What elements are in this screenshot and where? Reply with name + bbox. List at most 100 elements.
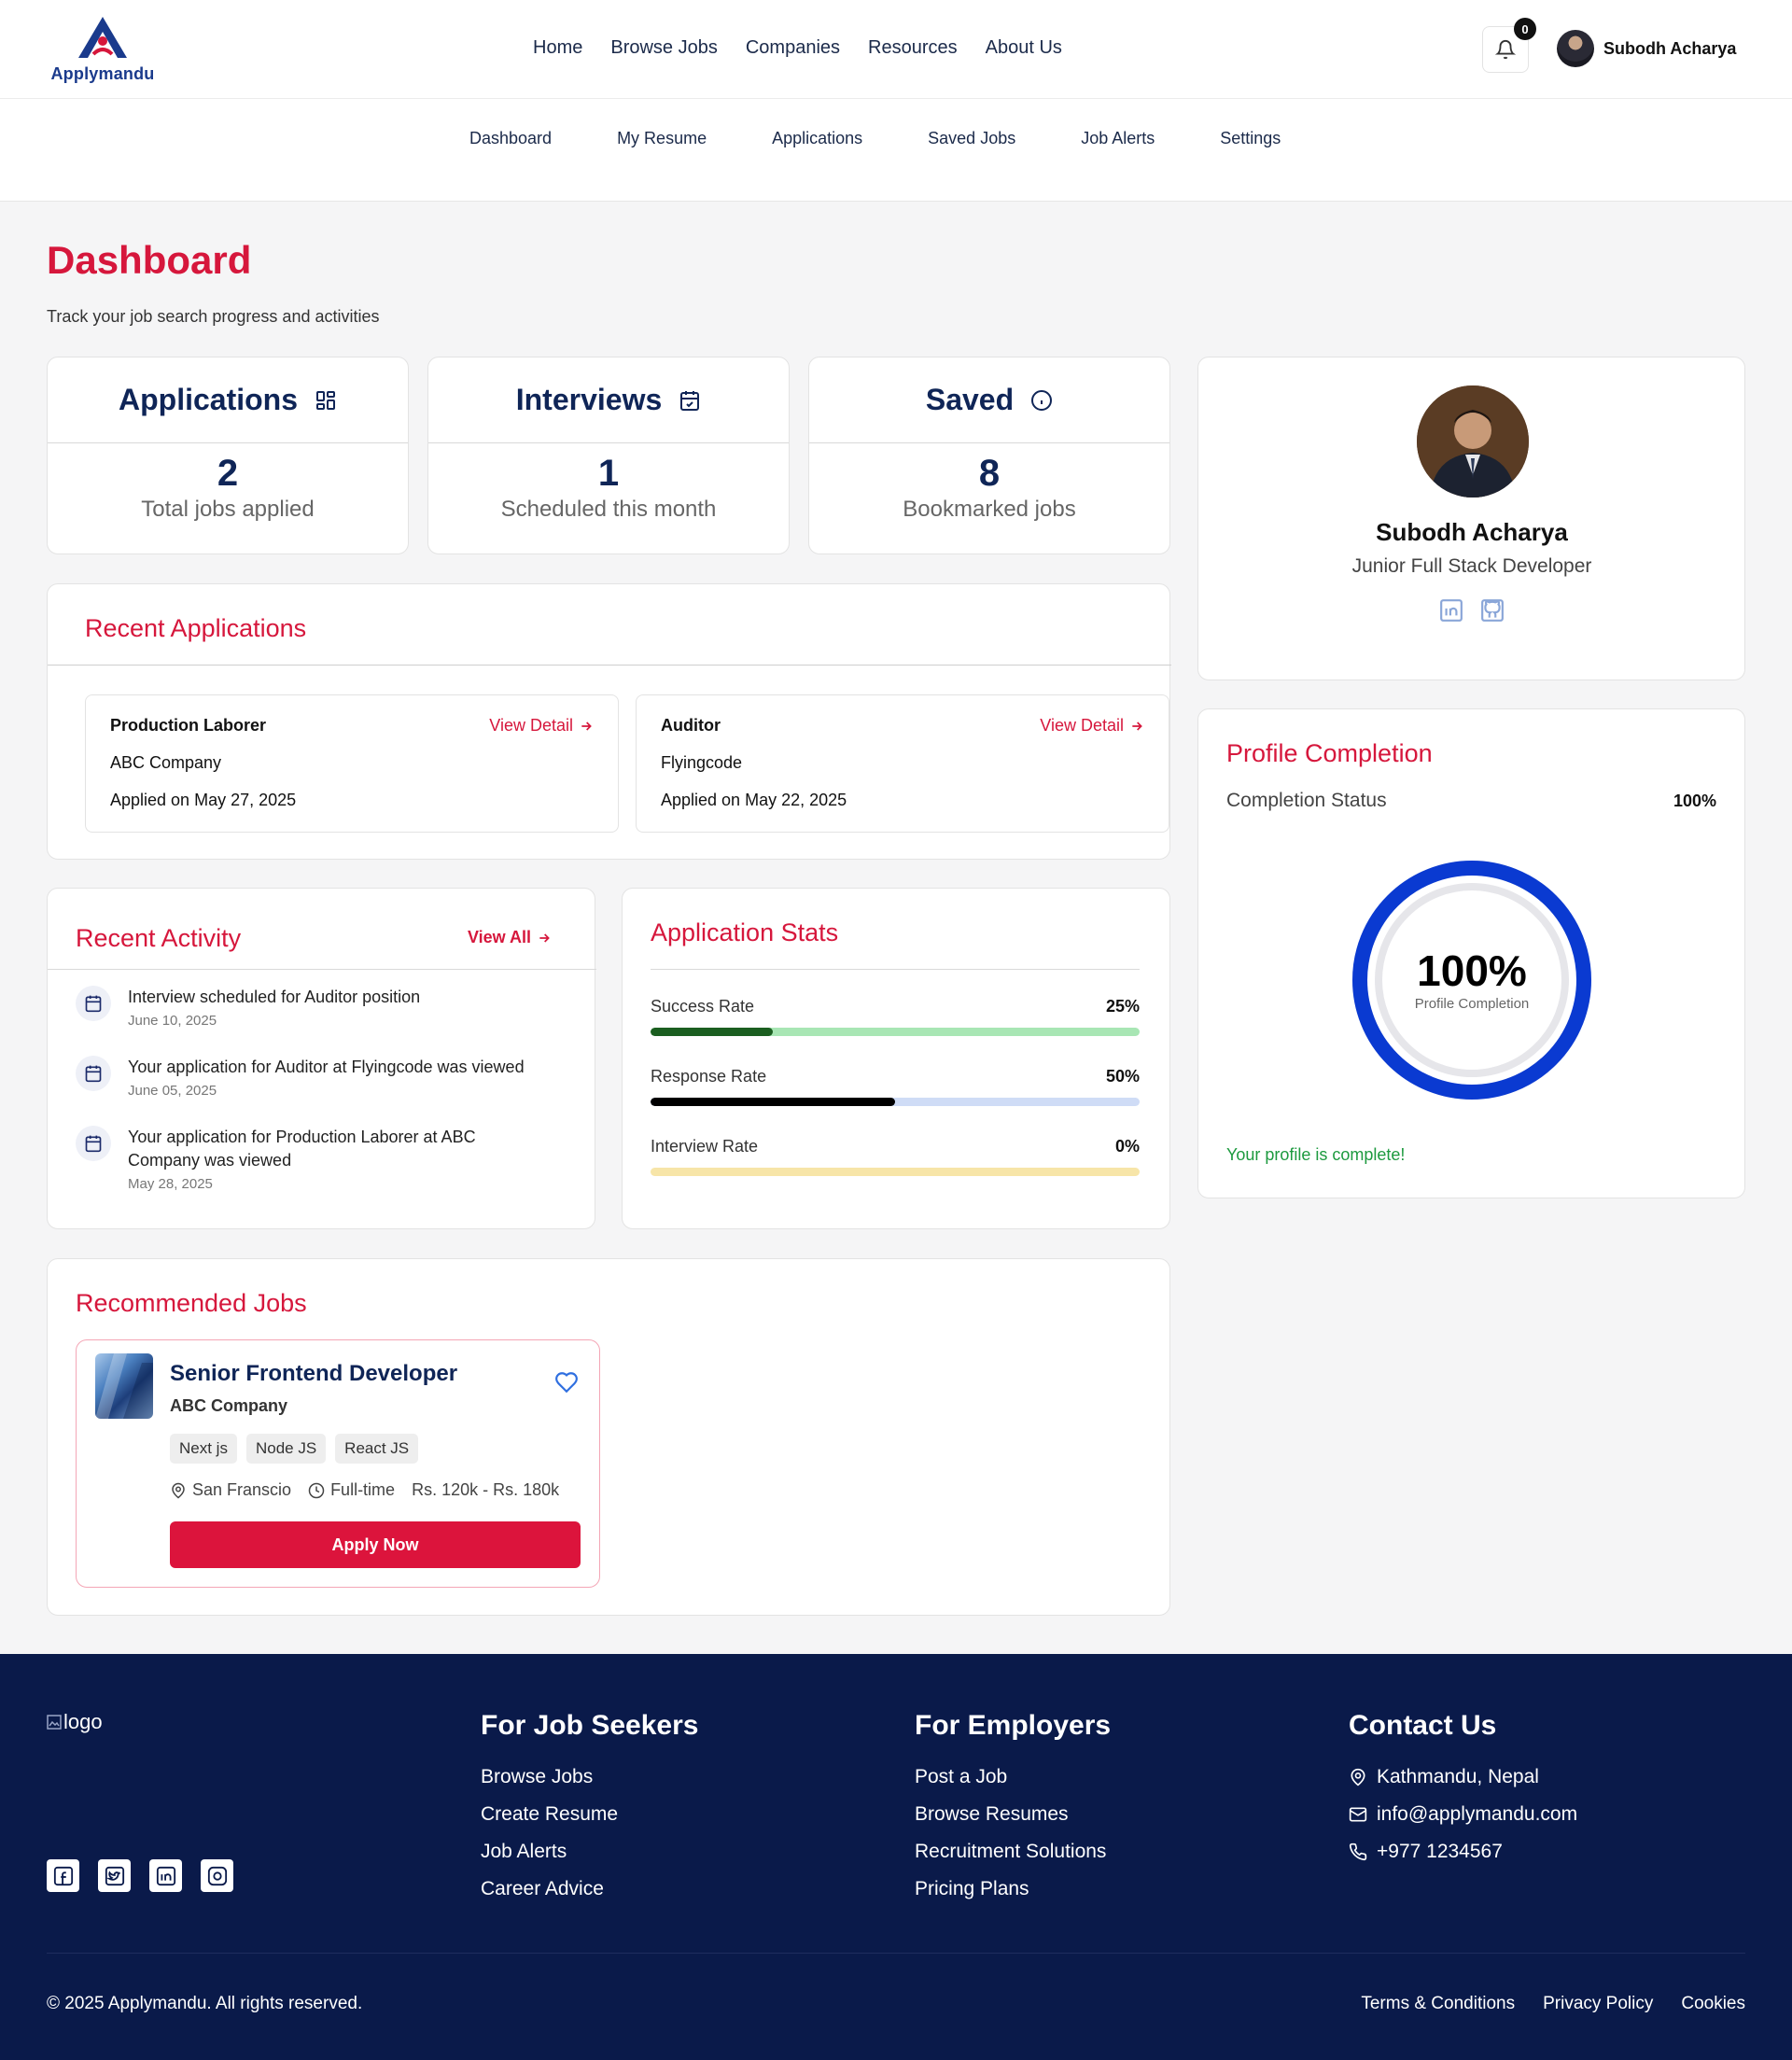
section-title: Application Stats — [651, 918, 839, 946]
section-title: Recent Activity — [76, 924, 242, 952]
contact-email[interactable]: info@applymandu.com — [1349, 1796, 1577, 1833]
view-all-link[interactable]: View All — [468, 928, 552, 947]
apply-now-button[interactable]: Apply Now — [170, 1521, 581, 1568]
map-pin-icon — [172, 1482, 185, 1498]
grid-icon — [316, 390, 335, 410]
stat-title: Interviews — [515, 383, 663, 416]
stat-title: Applications — [118, 383, 298, 416]
completion-message: Your profile is complete! — [1226, 1145, 1406, 1164]
footer-heading: Contact Us — [1349, 1710, 1497, 1741]
tab-job-alerts[interactable]: Job Alerts — [1081, 129, 1155, 148]
activity-text: Your application for Auditor at Flyingco… — [128, 1058, 525, 1076]
view-all-label: View All — [467, 928, 531, 946]
activity-date: June 10, 2025 — [128, 1013, 217, 1029]
nav-about-us[interactable]: About Us — [986, 37, 1062, 59]
cookies-link[interactable]: Cookies — [1681, 1994, 1745, 2014]
info-icon — [1031, 389, 1053, 411]
job-tags: Next js Node JS React JS — [170, 1434, 419, 1464]
skill-tag: React JS — [335, 1434, 419, 1464]
profile-completion-card: Profile Completion Completion Status 100… — [1197, 708, 1745, 1198]
divider — [48, 665, 1171, 666]
privacy-link[interactable]: Privacy Policy — [1543, 1994, 1653, 2014]
logo-text: Applymandu — [50, 64, 155, 83]
top-header: Applymandu Home Browse Jobs Companies Re… — [0, 0, 1792, 99]
completion-percentage: 100% — [1417, 946, 1527, 995]
footer-link[interactable]: Career Advice — [481, 1871, 698, 1908]
nav-resources[interactable]: Resources — [868, 37, 958, 59]
application-date: Applied on May 27, 2025 — [110, 791, 297, 809]
footer-logo[interactable]: logo — [47, 1710, 103, 1734]
job-title[interactable]: Senior Frontend Developer — [170, 1361, 457, 1387]
nav-companies[interactable]: Companies — [746, 37, 840, 59]
job-meta: San Franscio Full-time Rs. 120k - Rs. 18… — [170, 1480, 559, 1500]
section-title: Profile Completion — [1226, 739, 1433, 767]
nav-browse-jobs[interactable]: Browse Jobs — [610, 37, 718, 59]
recent-activity-card: Recent Activity View All Interview sched… — [47, 888, 596, 1229]
arrow-right-icon — [1132, 721, 1142, 731]
avatar — [1557, 30, 1594, 67]
stat-caption: Scheduled this month — [500, 497, 717, 522]
calendar-icon — [76, 986, 111, 1021]
activity-text: Interview scheduled for Auditor position — [128, 988, 421, 1006]
application-position: Production Laborer — [110, 716, 267, 735]
stat-value: 2 — [217, 453, 239, 494]
activity-item: Your application for Auditor at Flyingco… — [76, 1056, 576, 1099]
view-detail-label: View Detail — [489, 716, 573, 735]
footer-link[interactable]: Create Resume — [481, 1796, 698, 1833]
user-menu[interactable]: Subodh Acharya — [1557, 30, 1736, 67]
applymandu-logo[interactable]: Applymandu — [47, 13, 159, 88]
job-card[interactable]: Senior Frontend Developer ABC Company Ne… — [76, 1339, 600, 1588]
github-icon[interactable] — [1480, 598, 1505, 623]
footer-link[interactable]: Recruitment Solutions — [915, 1833, 1111, 1871]
progress-track — [651, 1098, 1140, 1106]
stat-bar-success: Success Rate 25% — [651, 997, 1140, 1036]
linkedin-icon[interactable] — [1439, 598, 1463, 623]
footer-link[interactable]: Browse Resumes — [915, 1796, 1111, 1833]
terms-link[interactable]: Terms & Conditions — [1361, 1994, 1515, 2014]
footer-link[interactable]: Job Alerts — [481, 1833, 698, 1871]
footer-link[interactable]: Browse Jobs — [481, 1759, 698, 1796]
twitter-icon[interactable] — [98, 1859, 131, 1892]
view-detail-link[interactable]: View Detail — [1040, 716, 1144, 736]
footer-link[interactable]: Post a Job — [915, 1759, 1111, 1796]
footer-link[interactable]: Pricing Plans — [915, 1871, 1111, 1908]
main-nav: Home Browse Jobs Companies Resources Abo… — [533, 37, 1062, 59]
bell-icon — [1495, 40, 1516, 60]
page-subtitle: Track your job search progress and activ… — [47, 307, 380, 326]
broken-image-icon — [47, 1715, 62, 1730]
bar-label: Response Rate — [651, 1067, 767, 1086]
application-item: Auditor Flyingcode Applied on May 22, 20… — [636, 694, 1169, 833]
job-salary: Rs. 120k - Rs. 180k — [412, 1480, 560, 1499]
stat-card-saved: Saved 8 Bookmarked jobs — [808, 357, 1170, 554]
tab-saved-jobs[interactable]: Saved Jobs — [928, 129, 1015, 148]
completion-center: 100% Profile Completion — [1352, 861, 1591, 1100]
profile-social-links — [1439, 598, 1505, 623]
footer-col-contact: Contact Us Kathmandu, Nepal info@applyma… — [1349, 1710, 1577, 1871]
dashboard-subnav: Dashboard My Resume Applications Saved J… — [0, 99, 1792, 202]
footer: logo For Job Seekers Browse Jobs Create … — [0, 1654, 1792, 2060]
instagram-icon[interactable] — [201, 1859, 233, 1892]
linkedin-icon[interactable] — [149, 1859, 182, 1892]
heart-icon[interactable] — [554, 1370, 579, 1394]
arrow-right-icon — [581, 721, 592, 731]
phone-icon — [1349, 1843, 1367, 1861]
profile-role: Junior Full Stack Developer — [1351, 555, 1592, 577]
bar-value: 25% — [1105, 997, 1140, 1016]
progress-track — [651, 1028, 1140, 1036]
calendar-check-icon — [680, 390, 700, 411]
tab-dashboard[interactable]: Dashboard — [469, 129, 552, 148]
page-title: Dashboard — [47, 238, 252, 282]
company-image — [95, 1353, 153, 1419]
application-date: Applied on May 22, 2025 — [661, 791, 847, 809]
facebook-icon[interactable] — [47, 1859, 79, 1892]
contact-phone[interactable]: +977 1234567 — [1349, 1833, 1577, 1871]
stat-value: 8 — [978, 453, 1001, 494]
nav-home[interactable]: Home — [533, 37, 582, 59]
view-detail-link[interactable]: View Detail — [489, 716, 594, 736]
tab-my-resume[interactable]: My Resume — [617, 129, 707, 148]
completion-center-label: Profile Completion — [1414, 995, 1530, 1012]
tab-settings[interactable]: Settings — [1220, 129, 1281, 148]
tab-applications[interactable]: Applications — [772, 129, 862, 148]
activity-item: Interview scheduled for Auditor position… — [76, 986, 576, 1029]
application-company: ABC Company — [110, 753, 222, 772]
